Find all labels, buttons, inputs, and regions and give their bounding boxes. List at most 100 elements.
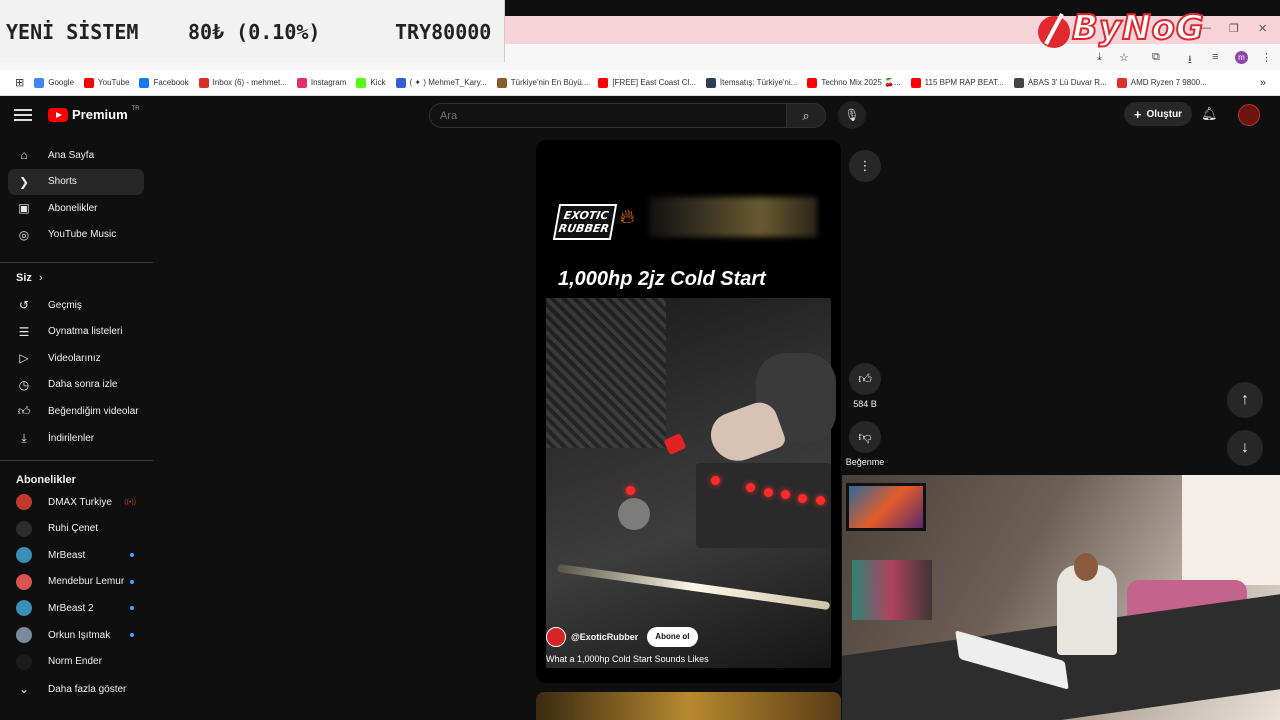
sidebar-item[interactable]: ▷ Videolarınız — [8, 345, 144, 371]
plus-icon: + — [1133, 106, 1142, 122]
bookmark-item[interactable]: Techno Mix 2025 🍒... — [802, 77, 905, 88]
next-short-preview[interactable] — [536, 692, 841, 720]
sidebar-item[interactable]: ⤓ İndirilenler — [8, 425, 144, 451]
mic-icon[interactable]: 🎙 — [838, 101, 866, 129]
youtube-logo[interactable]: Premium TR — [48, 106, 140, 122]
bookmark-item[interactable]: Inbox (6) - mehmet... — [194, 77, 292, 88]
home-icon: ⌂ — [20, 148, 28, 162]
history-icon: ↺ — [18, 298, 30, 312]
bookmark-label: Google — [48, 78, 75, 87]
bookmark-favicon-icon — [496, 77, 507, 88]
profile-icon[interactable]: m — [1235, 51, 1248, 64]
bookmark-item[interactable]: [FREE] East Coast Cl... — [593, 77, 701, 88]
subscription-item[interactable]: MrBeast 2 — [8, 595, 144, 621]
subscription-item[interactable]: Ruhi Çenet — [8, 516, 144, 542]
subscription-item[interactable]: Norm Ender — [8, 649, 144, 675]
close-icon[interactable]: ✕ — [1258, 22, 1267, 35]
search-icon[interactable]: ⌕ — [786, 103, 826, 128]
stream-logo-emblem — [1038, 13, 1070, 48]
more-bookmarks-icon[interactable]: » — [1255, 77, 1280, 89]
bookmark-item[interactable]: Kick — [351, 77, 390, 88]
subscription-item[interactable]: Orkun Işıtmak — [8, 622, 144, 648]
bookmark-item[interactable]: Instagram — [292, 77, 352, 88]
channel-row: @ExoticRubber Abone ol — [546, 627, 698, 647]
brand-badge: EXOTIC RUBBER — [552, 204, 618, 240]
subscription-item[interactable]: DMAX Turkiye ((•)) — [8, 489, 144, 515]
bookmark-item[interactable]: YouTube — [79, 77, 134, 88]
bookmark-item[interactable]: 115 BPM RAP BEAT... — [906, 77, 1009, 88]
short-overlay-title: 1,000hp 2jz Cold Start — [558, 268, 766, 290]
bookmark-label: [FREE] East Coast Cl... — [612, 78, 696, 87]
bookmark-favicon-icon — [139, 77, 150, 88]
shorts-player[interactable]: EXOTIC RUBBER 🔥︎ 1,000hp 2jz Cold Start … — [536, 140, 841, 683]
stream-logo: ByNoG — [1036, 0, 1226, 54]
create-button[interactable]: + Oluştur — [1124, 102, 1192, 126]
bookmark-label: YouTube — [98, 78, 130, 87]
apps-icon[interactable]: ⊞ — [10, 76, 29, 89]
bookmark-item[interactable]: Google — [29, 77, 79, 88]
next-short-down-arrow-icon[interactable]: ↓ — [1227, 430, 1263, 466]
subscription-item[interactable]: MrBeast — [8, 542, 144, 568]
subscription-label: Orkun Işıtmak — [48, 629, 111, 641]
sidebar-item-label: Beğendiğim videolar — [48, 405, 139, 417]
sidebar-item[interactable]: ↺ Geçmiş — [8, 292, 144, 318]
music-icon: ◎ — [18, 227, 30, 242]
sidebar-divider — [0, 460, 153, 461]
masthead: Premium TR ⌕ 🎙 + Oluştur 🔔︎ — [0, 97, 1280, 135]
sidebar-item[interactable]: 👍︎ Beğendiğim videolar — [8, 398, 144, 424]
bookmark-item[interactable]: AMD Ryzen 7 9800... — [1112, 77, 1212, 88]
short-caption[interactable]: What a 1,000hp Cold Start Sounds Likes — [546, 654, 709, 664]
sidebar-you-header[interactable]: Siz › — [16, 272, 43, 284]
sidebar-item[interactable]: ◷ Daha sonra izle — [8, 372, 144, 398]
sidebar-item[interactable]: ◎ YouTube Music — [8, 222, 144, 248]
youtube-play-icon — [48, 107, 68, 122]
bookmark-item[interactable]: Türkiye'nin En Büyü... — [492, 77, 594, 88]
webcam-overlay — [842, 475, 1280, 720]
avatar[interactable] — [1238, 104, 1260, 126]
shorts-icon: ❯ — [18, 174, 30, 189]
bookmark-label: 115 BPM RAP BEAT... — [924, 78, 1004, 87]
channel-name[interactable]: @ExoticRubber — [571, 632, 638, 642]
video-frame — [546, 298, 836, 668]
like-count: 584 B — [853, 399, 877, 409]
bookmark-label: Türkiye'nin En Büyü... — [510, 78, 589, 87]
bookmark-label: ABAS 3' Lü Duvar R... — [1027, 78, 1107, 87]
bookmark-item[interactable]: İtemsatış: Türkiye'ni... — [701, 77, 802, 88]
menu-icon[interactable] — [14, 107, 32, 125]
subscription-label: Norm Ender — [48, 656, 102, 668]
ticker-label: YENİ SİSTEM — [6, 20, 139, 44]
chrome-menu-icon[interactable]: ⋮ — [1261, 51, 1272, 64]
previous-short-up-arrow-icon[interactable]: ↑ — [1227, 382, 1263, 418]
chevron-down-icon: ⌄ — [18, 682, 30, 696]
bookmark-item[interactable]: ABAS 3' Lü Duvar R... — [1009, 77, 1112, 88]
bookmark-item[interactable]: ( ✦ ) MehmeT_Kary... — [391, 77, 492, 88]
sidebar-divider — [0, 262, 153, 263]
channel-avatar — [16, 627, 32, 643]
sidebar-item-label: İndirilenler — [48, 432, 95, 444]
bookmark-item[interactable]: Facebook — [134, 77, 193, 88]
bookmark-label: Kick — [370, 78, 386, 87]
subscription-label: Ruhi Çenet — [48, 523, 99, 535]
bookmark-label: Techno Mix 2025 🍒... — [821, 78, 901, 87]
sidebar-item-label: Ana Sayfa — [48, 149, 95, 161]
ticker-target: TRY80000 — [395, 20, 492, 44]
channel-avatar[interactable] — [546, 627, 566, 647]
search-input[interactable] — [429, 103, 787, 128]
new-content-dot-icon — [130, 553, 134, 558]
sidebar-item[interactable]: ▣ Abonelikler — [8, 195, 144, 221]
sidebar-item[interactable]: ⌂ Ana Sayfa — [8, 142, 144, 168]
subscription-item[interactable]: Mendebur Lemur — [8, 569, 144, 595]
dislike-icon[interactable]: 👎︎ — [849, 421, 881, 453]
notifications-bell-icon[interactable]: 🔔︎ — [1201, 106, 1218, 122]
bookmark-favicon-icon — [910, 77, 921, 88]
restore-icon[interactable]: ❐ — [1229, 22, 1239, 35]
sidebar-item-label: Shorts — [48, 176, 77, 188]
subscribe-button[interactable]: Abone ol — [647, 627, 698, 647]
sidebar-show-more[interactable]: ⌄ Daha fazla göster — [8, 676, 144, 702]
sidebar-item[interactable]: ❯ Shorts — [8, 168, 144, 195]
bookmark-favicon-icon — [34, 77, 45, 88]
sidebar-subs-header: Abonelikler — [16, 474, 76, 486]
more-options-icon[interactable]: ⋮ — [849, 150, 881, 182]
like-icon[interactable]: 👍︎ — [849, 363, 881, 395]
sidebar-item[interactable]: ☰ Oynatma listeleri — [8, 319, 144, 345]
